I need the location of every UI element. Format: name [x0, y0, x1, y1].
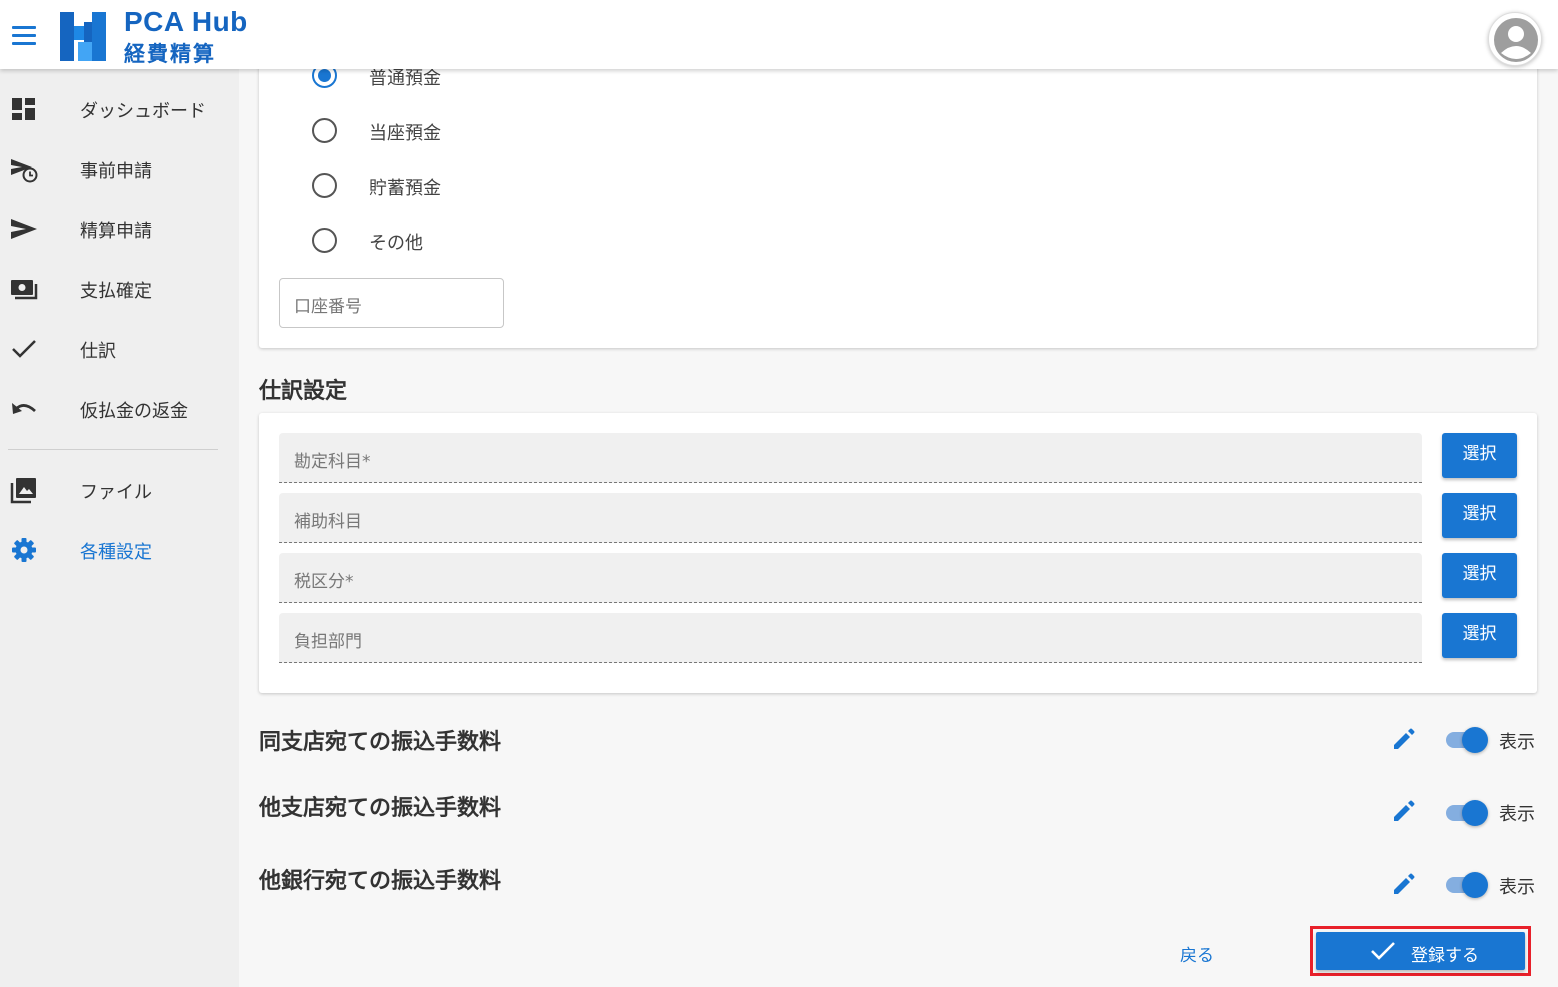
- sidebar-item-label: 支払確定: [80, 281, 152, 302]
- submit-highlight: 登録する: [1310, 926, 1531, 976]
- radio-button[interactable]: [312, 173, 337, 198]
- sidebar-item-journal[interactable]: 仕訳: [0, 322, 239, 374]
- other-bank-fee-toggle[interactable]: [1444, 870, 1488, 898]
- sidebar-item-label: 各種設定: [80, 542, 152, 563]
- sidebar-item-label: ファイル: [80, 482, 152, 503]
- radio-label: 貯蓄預金: [369, 178, 441, 199]
- sidebar-item-settings[interactable]: 各種設定: [0, 523, 239, 575]
- send-icon: [11, 219, 37, 239]
- journal-section-title: 仕訳設定: [259, 379, 348, 404]
- other-branch-fee-title: 他支店宛ての振込手数料: [259, 796, 502, 821]
- other-bank-fee-title: 他銀行宛ての振込手数料: [259, 869, 502, 894]
- brand-title: PCA Hub: [124, 6, 248, 37]
- register-button[interactable]: 登録する: [1316, 932, 1525, 970]
- sidebar-item-label: ダッシュボード: [80, 101, 206, 122]
- pca-hub-logo: [60, 12, 106, 61]
- account-number-input[interactable]: 口座番号: [279, 278, 504, 328]
- register-button-label: 登録する: [1411, 946, 1479, 966]
- toggle-label: 表示: [1499, 732, 1535, 753]
- radio-label: その他: [369, 233, 423, 254]
- sidebar: ダッシュボード 事前申請 精算申請 支払確定 仕訳 仮払金の返金 ファイル 各種…: [0, 69, 239, 987]
- sidebar-item-pre-application[interactable]: 事前申請: [0, 142, 239, 194]
- gear-icon: [12, 538, 36, 562]
- same-branch-fee-title: 同支店宛ての振込手数料: [259, 730, 502, 755]
- check-icon: [1371, 942, 1395, 960]
- sub-account-select-button[interactable]: 選択: [1442, 493, 1517, 538]
- sidebar-item-payment[interactable]: 支払確定: [0, 262, 239, 314]
- check-icon: [12, 340, 36, 358]
- pencil-icon[interactable]: [1390, 725, 1418, 753]
- send-clock-icon: [11, 159, 38, 183]
- tax-category-select-button[interactable]: 選択: [1442, 553, 1517, 598]
- menu-icon[interactable]: [12, 26, 38, 46]
- pencil-icon[interactable]: [1390, 870, 1418, 898]
- tax-category-field[interactable]: 税区分*: [279, 553, 1422, 603]
- account-title-field[interactable]: 勘定科目*: [279, 433, 1422, 483]
- radio-label: 当座預金: [369, 123, 441, 144]
- field-label: 負担部門: [294, 632, 362, 652]
- sidebar-item-label: 事前申請: [80, 161, 152, 182]
- sidebar-item-label: 仮払金の返金: [80, 401, 188, 422]
- user-avatar[interactable]: [1488, 12, 1542, 66]
- toggle-label: 表示: [1499, 804, 1535, 825]
- radio-button[interactable]: [312, 118, 337, 143]
- sub-account-field[interactable]: 補助科目: [279, 493, 1422, 543]
- brand-subtitle: 経費精算: [124, 42, 216, 66]
- department-field[interactable]: 負担部門: [279, 613, 1422, 663]
- sidebar-item-files[interactable]: ファイル: [0, 463, 239, 515]
- sidebar-item-label: 精算申請: [80, 221, 152, 242]
- radio-button[interactable]: [312, 228, 337, 253]
- sidebar-item-label: 仕訳: [80, 341, 116, 362]
- account-circle-icon: [1494, 18, 1538, 62]
- dashboard-icon: [12, 98, 35, 120]
- field-label: 勘定科目*: [294, 452, 371, 472]
- other-branch-fee-toggle[interactable]: [1444, 798, 1488, 826]
- toggle-label: 表示: [1499, 877, 1535, 898]
- undo-icon: [12, 403, 36, 414]
- same-branch-fee-toggle[interactable]: [1444, 725, 1488, 753]
- app-header: PCA Hub 経費精算: [0, 0, 1558, 69]
- back-button[interactable]: 戻る: [1180, 941, 1214, 966]
- field-label: 補助科目: [294, 512, 362, 532]
- sidebar-item-refund[interactable]: 仮払金の返金: [0, 382, 239, 434]
- image-icon: [10, 478, 36, 504]
- department-select-button[interactable]: 選択: [1442, 613, 1517, 658]
- payment-icon: [11, 280, 38, 300]
- account-title-select-button[interactable]: 選択: [1442, 433, 1517, 478]
- sidebar-item-settlement[interactable]: 精算申請: [0, 202, 239, 254]
- sidebar-divider: [8, 449, 218, 450]
- pencil-icon[interactable]: [1390, 797, 1418, 825]
- sidebar-item-dashboard[interactable]: ダッシュボード: [0, 82, 239, 134]
- field-label: 税区分*: [294, 572, 354, 592]
